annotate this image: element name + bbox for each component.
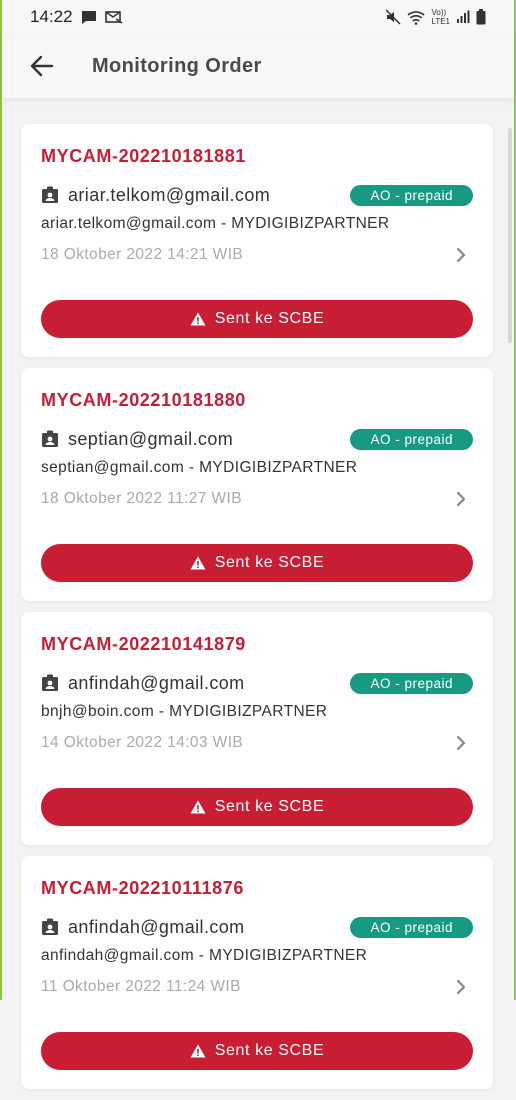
- message-icon: [81, 10, 96, 24]
- chevron-right-icon[interactable]: [449, 243, 473, 267]
- order-date: 18 Oktober 2022 14:21 WIB: [41, 246, 244, 263]
- warning-icon: [190, 312, 206, 326]
- action-label: Sent ke SCBE: [214, 554, 325, 571]
- action-label: Sent ke SCBE: [214, 798, 325, 815]
- frame-border-left: [0, 0, 2, 1000]
- order-subtitle: bnjh@boin.com - MYDIGIBIZPARTNER: [41, 703, 328, 720]
- status-right: Vo)) LTE1: [385, 8, 486, 26]
- back-button[interactable]: [22, 46, 62, 86]
- order-id: MYCAM-202210141879: [41, 634, 246, 654]
- chevron-right-icon[interactable]: [449, 975, 473, 999]
- status-bar: 14:22 Vo)) LTE1: [2, 0, 514, 34]
- order-card[interactable]: MYCAM-202210181881 ariar.telkom@gmail.co…: [21, 124, 493, 357]
- order-type-badge: AO - prepaid: [350, 916, 473, 938]
- order-date-row: 11 Oktober 2022 11:24 WIB: [41, 975, 473, 999]
- status-time: 14:22: [30, 7, 73, 26]
- order-email-row: septian@gmail.com AO - prepaid: [41, 426, 473, 452]
- order-card[interactable]: MYCAM-202210181880 septian@gmail.com AO …: [21, 368, 493, 601]
- sent-scbe-button[interactable]: Sent ke SCBE: [41, 788, 473, 826]
- id-badge-icon: [42, 674, 58, 691]
- scrollbar-thumb[interactable]: [508, 128, 512, 343]
- action-label: Sent ke SCBE: [214, 310, 325, 327]
- id-badge-icon: [42, 186, 58, 203]
- order-email-row: anfindah@gmail.com AO - prepaid: [41, 670, 473, 696]
- network-label-top: Vo)): [431, 8, 447, 17]
- order-card[interactable]: MYCAM-202210111876 anfindah@gmail.com AO…: [21, 856, 493, 1089]
- order-date-row: 18 Oktober 2022 14:21 WIB: [41, 243, 473, 267]
- warning-icon: [190, 1044, 206, 1058]
- network-label-bottom: LTE1: [431, 17, 450, 26]
- network-label: Vo)) LTE1: [431, 8, 450, 26]
- order-list: MYCAM-202210181881 ariar.telkom@gmail.co…: [21, 124, 493, 1100]
- order-email: septian@gmail.com: [68, 428, 234, 449]
- signal-icon: [457, 10, 470, 23]
- order-subtitle: septian@gmail.com - MYDIGIBIZPARTNER: [41, 459, 358, 476]
- order-id: MYCAM-202210181880: [41, 390, 246, 410]
- order-id: MYCAM-202210181881: [41, 146, 246, 166]
- order-email: anfindah@gmail.com: [68, 672, 245, 693]
- chevron-right-icon[interactable]: [449, 487, 473, 511]
- order-email: ariar.telkom@gmail.com: [68, 184, 271, 205]
- warning-icon: [190, 556, 206, 570]
- order-date-row: 18 Oktober 2022 11:27 WIB: [41, 487, 473, 511]
- order-date: 14 Oktober 2022 14:03 WIB: [41, 734, 244, 751]
- mute-icon: [385, 9, 401, 25]
- wifi-icon: [407, 10, 426, 25]
- action-label: Sent ke SCBE: [214, 1042, 325, 1059]
- order-type-badge: AO - prepaid: [350, 672, 473, 694]
- page-title: Monitoring Order: [92, 54, 262, 77]
- order-date-row: 14 Oktober 2022 14:03 WIB: [41, 731, 473, 755]
- order-id: MYCAM-202210111876: [41, 878, 244, 898]
- sent-scbe-button[interactable]: Sent ke SCBE: [41, 300, 473, 338]
- mail-blocked-icon: [104, 11, 122, 24]
- order-subtitle: ariar.telkom@gmail.com - MYDIGIBIZPARTNE…: [41, 215, 390, 232]
- order-date: 11 Oktober 2022 11:24 WIB: [41, 978, 241, 995]
- warning-icon: [190, 800, 206, 814]
- chevron-right-icon[interactable]: [449, 731, 473, 755]
- status-left: 14:22: [30, 7, 123, 27]
- order-email: anfindah@gmail.com: [68, 916, 245, 937]
- battery-icon: [476, 9, 486, 25]
- order-card[interactable]: MYCAM-202210141879 anfindah@gmail.com AO…: [21, 612, 493, 845]
- app-bar: Monitoring Order: [2, 34, 514, 98]
- id-badge-icon: [42, 430, 58, 447]
- order-date: 18 Oktober 2022 11:27 WIB: [41, 490, 242, 507]
- sent-scbe-button[interactable]: Sent ke SCBE: [41, 1032, 473, 1070]
- order-type-badge: AO - prepaid: [350, 428, 473, 450]
- order-email-row: ariar.telkom@gmail.com AO - prepaid: [41, 182, 473, 208]
- order-email-row: anfindah@gmail.com AO - prepaid: [41, 914, 473, 940]
- sent-scbe-button[interactable]: Sent ke SCBE: [41, 544, 473, 582]
- order-subtitle: anfindah@gmail.com - MYDIGIBIZPARTNER: [41, 947, 368, 964]
- arrow-left-icon: [30, 55, 54, 77]
- id-badge-icon: [42, 918, 58, 935]
- order-type-badge: AO - prepaid: [350, 184, 473, 206]
